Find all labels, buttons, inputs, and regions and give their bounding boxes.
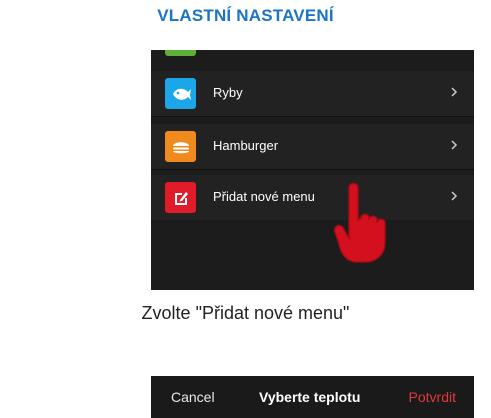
fish-icon (165, 78, 196, 109)
menu-item-add-new-menu[interactable]: Přidat nové menu (151, 175, 474, 220)
cancel-button[interactable]: Cancel (171, 389, 215, 405)
menu-item-ryby[interactable]: Ryby (151, 71, 474, 116)
chevron-right-icon (451, 87, 458, 97)
menu-item-label: Přidat nové menu (213, 189, 315, 204)
menu-item-hamburger[interactable]: Hamburger (151, 124, 474, 169)
divider (151, 169, 474, 170)
pointing-hand-icon (333, 182, 386, 263)
temperature-picker-bar: Cancel Vyberte teplotu Potvrdit (151, 376, 474, 418)
menu-item-label: Ryby (213, 85, 243, 100)
menu-item-label: Hamburger (213, 138, 279, 153)
picker-title: Vyberte teplotu (259, 389, 361, 405)
page-title: VLASTNÍ NASTAVENÍ (157, 6, 334, 25)
phone-screen: Ryby Hamburger Přidat nové menu (151, 50, 474, 290)
partial-menu-icon (165, 50, 196, 56)
divider (151, 116, 474, 117)
instruction-caption: Zvolte "Přidat nové menu" (141, 303, 350, 323)
confirm-button[interactable]: Potvrdit (409, 389, 456, 405)
burger-icon (165, 131, 196, 162)
chevron-right-icon (451, 191, 458, 201)
chevron-right-icon (451, 140, 458, 150)
edit-icon (165, 182, 196, 213)
